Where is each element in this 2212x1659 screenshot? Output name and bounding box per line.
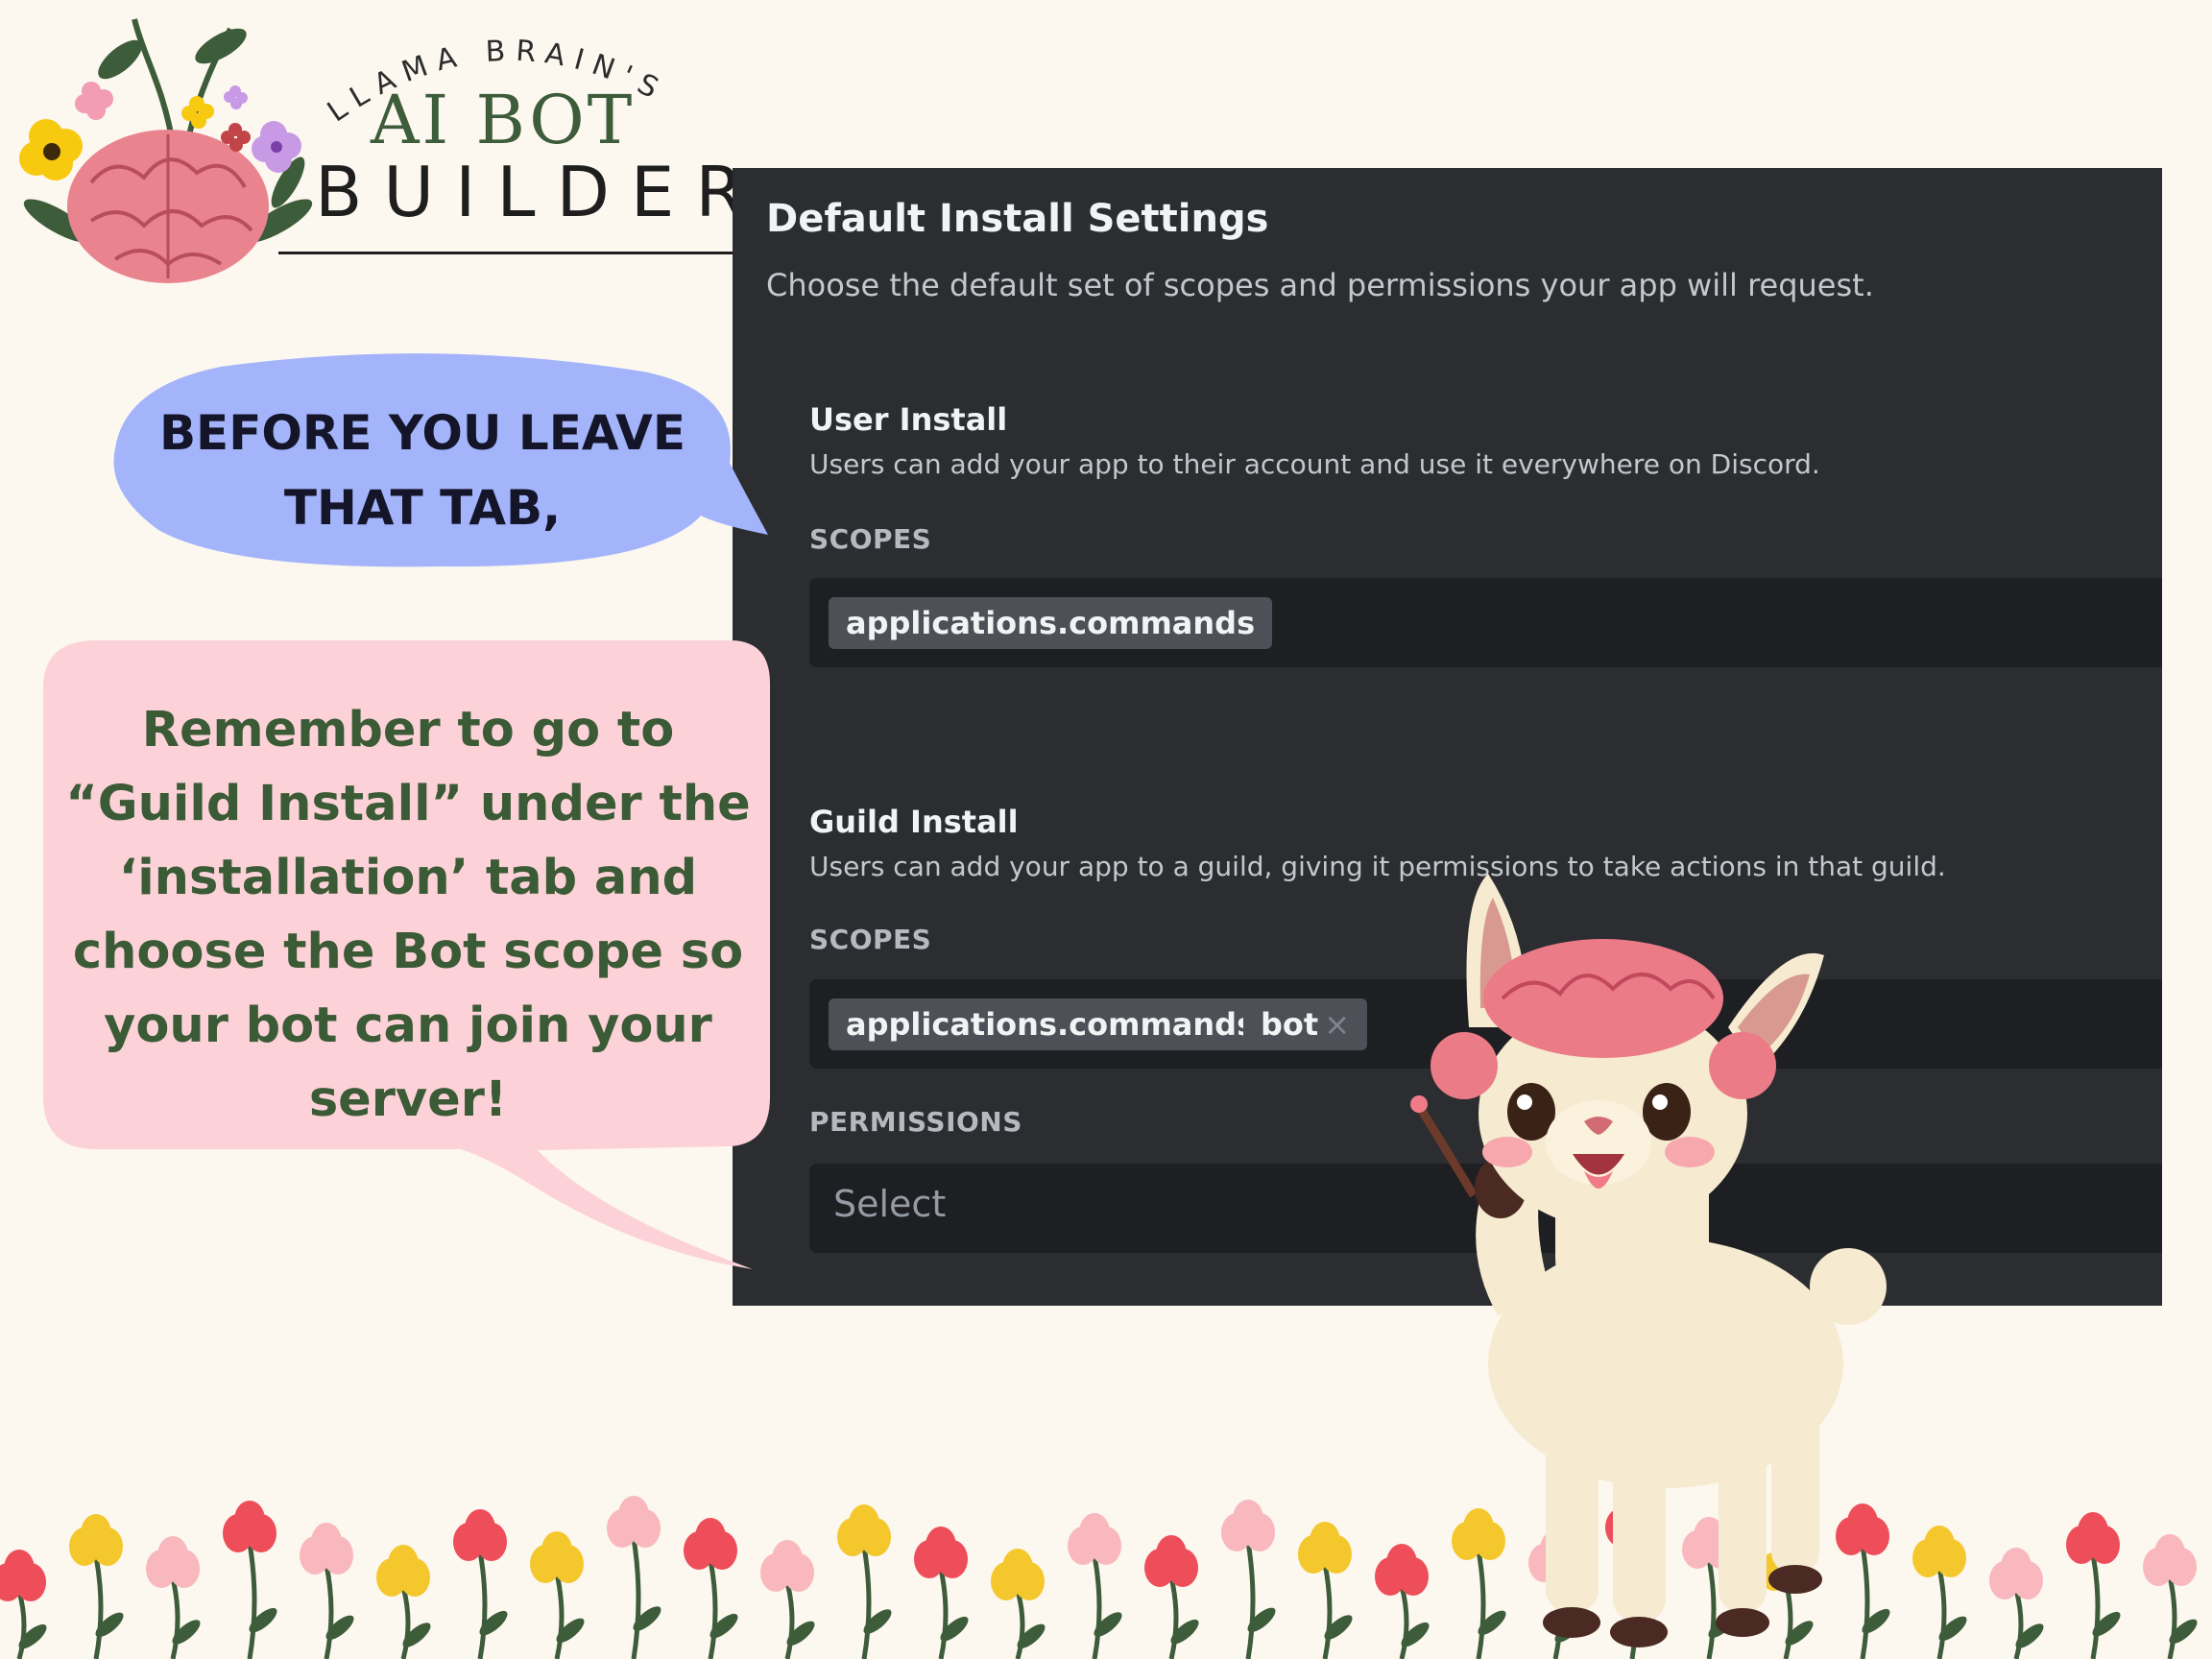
pink-bubble-line: “Guild Install” under the xyxy=(65,776,751,832)
guild-install-title: Guild Install xyxy=(809,804,1019,840)
llama-mascot-icon xyxy=(1410,874,1887,1647)
page-description: Choose the default set of scopes and per… xyxy=(766,267,1874,303)
permissions-label: PERMISSIONS xyxy=(809,1106,1022,1138)
user-scopes-label: SCOPES xyxy=(809,523,932,555)
pink-bubble-line: server! xyxy=(308,1071,508,1128)
logo-divider xyxy=(278,252,733,254)
blue-bubble-text: BEFORE YOU LEAVE THAT TAB, xyxy=(115,396,730,545)
logo: LLAMA BRAIN'S AI BOT BUILDER xyxy=(0,0,743,298)
permissions-placeholder: Select xyxy=(833,1183,947,1225)
blue-bubble-line: THAT TAB, xyxy=(283,480,562,536)
user-install-title: User Install xyxy=(809,401,1008,438)
scope-chip-applications-commands[interactable]: applications.commands xyxy=(829,998,1273,1050)
page-title: Default Install Settings xyxy=(766,197,1269,241)
pink-bubble-line: Remember to go to xyxy=(141,702,675,758)
blue-bubble-line: BEFORE YOU LEAVE xyxy=(158,405,686,461)
pink-bubble-line: choose the Bot scope so xyxy=(72,924,744,980)
logo-subtitle: BUILDER xyxy=(315,152,765,232)
user-install-description: Users can add your app to their account … xyxy=(809,448,1820,480)
guild-scopes-label: SCOPES xyxy=(809,924,932,955)
user-scopes-select[interactable]: applications.commands xyxy=(809,578,2162,667)
pink-bubble-text: Remember to go to “Guild Install” under … xyxy=(58,693,758,1137)
logo-title: AI BOT xyxy=(371,81,636,159)
scope-chip-label: bot xyxy=(1261,1006,1319,1043)
scope-chip-applications-commands[interactable]: applications.commands xyxy=(829,597,1273,649)
pink-bubble-line: ‘installation’ tab and xyxy=(118,850,698,906)
brain-flowers-icon xyxy=(19,18,313,283)
pink-bubble-line: your bot can join your xyxy=(104,998,712,1054)
